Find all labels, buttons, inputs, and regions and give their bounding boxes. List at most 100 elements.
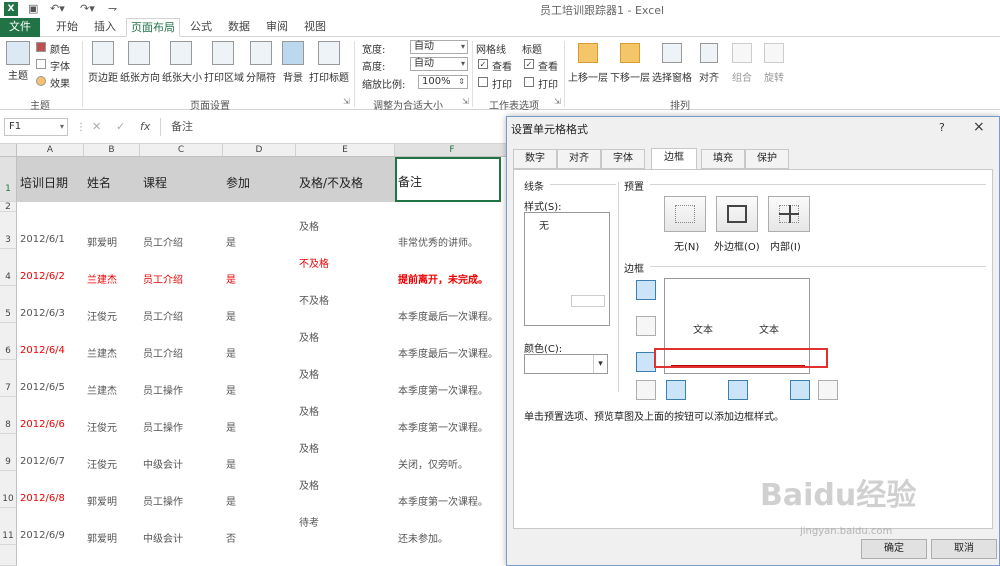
table-cell-course[interactable]: 员工操作 bbox=[143, 419, 183, 434]
orientation-icon[interactable] bbox=[128, 41, 150, 65]
table-cell-note[interactable]: 本季度第一次课程。 bbox=[398, 419, 488, 434]
formula-input[interactable]: 备注 bbox=[160, 118, 510, 136]
table-cell-name[interactable]: 郭爱明 bbox=[87, 530, 117, 545]
row-header[interactable]: 3 bbox=[0, 212, 17, 249]
tab-file[interactable]: 文件 bbox=[0, 18, 40, 37]
tab-view[interactable]: 视图 bbox=[298, 18, 332, 37]
themes-button[interactable]: 主题 bbox=[4, 67, 32, 82]
bring-forward-icon[interactable] bbox=[578, 43, 598, 63]
table-cell-name[interactable]: 汪俊元 bbox=[87, 456, 117, 471]
page-setup-launcher-icon[interactable]: ⇲ bbox=[343, 97, 350, 106]
effects-icon[interactable] bbox=[36, 76, 46, 86]
insert-function-icon[interactable]: fx bbox=[140, 120, 150, 133]
table-cell-note[interactable]: 本季度最后一次课程。 bbox=[398, 308, 498, 323]
table-cell-course[interactable]: 员工介绍 bbox=[143, 234, 183, 249]
row-header[interactable]: 2 bbox=[0, 202, 17, 212]
close-icon[interactable]: × bbox=[973, 119, 985, 135]
margins-icon[interactable] bbox=[92, 41, 114, 65]
border-middle-horizontal-button[interactable] bbox=[636, 316, 656, 336]
tab-protection[interactable]: 保护 bbox=[745, 149, 789, 169]
border-right-button[interactable] bbox=[790, 380, 810, 400]
align-button[interactable]: 对齐 bbox=[696, 69, 722, 84]
confirm-entry-icon[interactable]: ✓ bbox=[116, 120, 125, 133]
breaks-icon[interactable] bbox=[250, 41, 272, 65]
table-cell-note[interactable]: 关闭，仅旁听。 bbox=[398, 456, 468, 471]
table-cell-name[interactable]: 汪俊元 bbox=[87, 308, 117, 323]
group-icon[interactable] bbox=[732, 43, 752, 63]
send-backward-icon[interactable] bbox=[620, 43, 640, 63]
tab-page-layout[interactable]: 页面布局 bbox=[126, 18, 180, 37]
table-cell-attend[interactable]: 否 bbox=[226, 530, 236, 545]
table-cell-attend[interactable]: 是 bbox=[226, 308, 236, 323]
row-header[interactable]: 10 bbox=[0, 471, 17, 508]
tab-border[interactable]: 边框 bbox=[651, 148, 697, 170]
tab-alignment[interactable]: 对齐 bbox=[557, 149, 601, 169]
table-cell-pass[interactable]: 及格 bbox=[299, 403, 319, 418]
table-cell-date[interactable]: 2012/6/7 bbox=[20, 456, 65, 467]
header-cell[interactable]: 参加 bbox=[226, 174, 250, 191]
print-titles-icon[interactable] bbox=[318, 41, 340, 65]
border-left-button[interactable] bbox=[666, 380, 686, 400]
scale-launcher-icon[interactable]: ⇲ bbox=[462, 97, 469, 106]
gridlines-view-checkbox[interactable]: ✓ bbox=[478, 59, 488, 69]
table-cell-pass[interactable]: 及格 bbox=[299, 440, 319, 455]
background-icon[interactable] bbox=[282, 41, 304, 65]
table-cell-pass[interactable]: 及格 bbox=[299, 366, 319, 381]
table-cell-pass[interactable]: 及格 bbox=[299, 218, 319, 233]
table-cell-attend[interactable]: 是 bbox=[226, 345, 236, 360]
table-cell-name[interactable]: 郭爱明 bbox=[87, 234, 117, 249]
table-cell-pass[interactable]: 及格 bbox=[299, 329, 319, 344]
ok-button[interactable]: 确定 bbox=[861, 539, 927, 559]
headings-print-checkbox[interactable] bbox=[524, 77, 534, 87]
table-cell-pass[interactable]: 不及格 bbox=[299, 255, 329, 270]
fonts-icon[interactable] bbox=[36, 59, 46, 69]
table-cell-attend[interactable]: 是 bbox=[226, 419, 236, 434]
colors-icon[interactable] bbox=[36, 42, 46, 52]
table-cell-course[interactable]: 员工介绍 bbox=[143, 271, 183, 286]
table-cell-note[interactable]: 非常优秀的讲师。 bbox=[398, 234, 478, 249]
header-cell[interactable]: 备注 bbox=[398, 173, 422, 190]
table-cell-pass[interactable]: 待考 bbox=[299, 514, 319, 529]
table-cell-note[interactable]: 本季度最后一次课程。 bbox=[398, 345, 498, 360]
row-header[interactable]: 7 bbox=[0, 360, 17, 397]
themes-icon[interactable] bbox=[6, 41, 30, 65]
redo-icon[interactable]: ↷▾ bbox=[80, 2, 95, 16]
table-cell-note[interactable]: 本季度第一次课程。 bbox=[398, 382, 488, 397]
table-cell-date[interactable]: 2012/6/1 bbox=[20, 234, 65, 245]
table-cell-attend[interactable]: 是 bbox=[226, 271, 236, 286]
header-cell[interactable]: 及格/不及格 bbox=[299, 174, 363, 191]
table-cell-note[interactable]: 本季度第一次课程。 bbox=[398, 493, 488, 508]
undo-icon[interactable]: ↶▾ bbox=[50, 2, 65, 16]
breaks-button[interactable]: 分隔符 bbox=[244, 69, 278, 84]
table-cell-name[interactable]: 汪俊元 bbox=[87, 419, 117, 434]
border-top-button[interactable] bbox=[636, 280, 656, 300]
table-cell-course[interactable]: 员工介绍 bbox=[143, 345, 183, 360]
row-header[interactable] bbox=[0, 545, 17, 566]
preset-outline-button[interactable] bbox=[716, 196, 758, 232]
name-box[interactable]: F1 ▾ bbox=[4, 118, 68, 136]
tab-data[interactable]: 数据 bbox=[222, 18, 256, 37]
height-dropdown[interactable]: 自动 ▾ bbox=[410, 57, 468, 71]
tab-number[interactable]: 数字 bbox=[513, 149, 557, 169]
cancel-entry-icon[interactable]: ✕ bbox=[92, 120, 101, 133]
selection-pane-icon[interactable] bbox=[662, 43, 682, 63]
print-area-icon[interactable] bbox=[212, 41, 234, 65]
tab-font[interactable]: 字体 bbox=[601, 149, 645, 169]
line-color-dropdown[interactable]: ▾ bbox=[524, 354, 608, 374]
rotate-button[interactable]: 旋转 bbox=[762, 69, 786, 84]
table-cell-date[interactable]: 2012/6/2 bbox=[20, 271, 65, 282]
print-titles-button[interactable]: 打印标题 bbox=[308, 69, 350, 84]
gridlines-print-checkbox[interactable] bbox=[478, 77, 488, 87]
headings-view-checkbox[interactable]: ✓ bbox=[524, 59, 534, 69]
preset-none-button[interactable] bbox=[664, 196, 706, 232]
margins-button[interactable]: 页边距 bbox=[86, 69, 120, 84]
column-header[interactable]: C bbox=[140, 144, 223, 157]
sheet-options-launcher-icon[interactable]: ⇲ bbox=[554, 97, 561, 106]
header-cell[interactable]: 培训日期 bbox=[20, 174, 68, 191]
column-header[interactable]: B bbox=[84, 144, 140, 157]
effects-button[interactable]: 效果 bbox=[50, 75, 70, 90]
table-cell-name[interactable]: 兰建杰 bbox=[87, 382, 117, 397]
help-icon[interactable]: ? bbox=[939, 121, 945, 134]
border-bottom-button[interactable] bbox=[636, 352, 656, 372]
table-cell-note[interactable]: 还未参加。 bbox=[398, 530, 448, 545]
